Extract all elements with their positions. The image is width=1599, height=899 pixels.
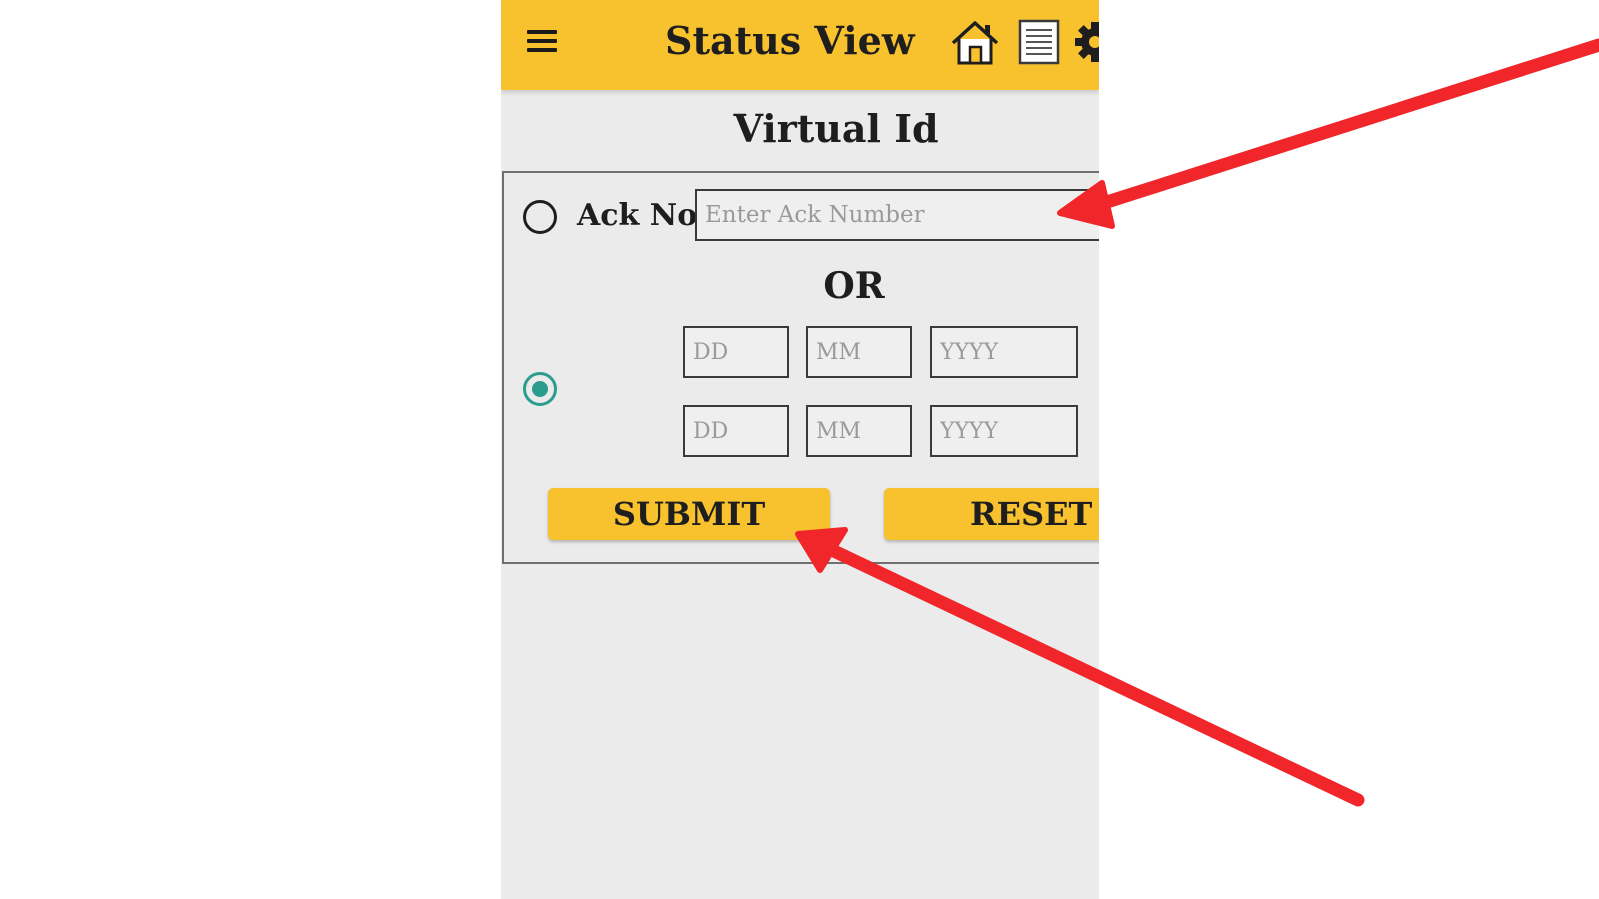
to-year-field[interactable] [930,405,1078,457]
phone-screen: Status View Virtual Id Ack No Enter Ack … [501,0,1099,899]
reset-button[interactable]: RESET [884,488,1099,540]
from-day-field[interactable] [683,326,789,378]
gear-icon[interactable] [1073,18,1099,66]
or-separator: OR [823,265,885,307]
to-day-field[interactable] [683,405,789,457]
page-title: Status View [665,18,915,63]
submit-button[interactable]: SUBMIT [548,488,830,540]
from-month-field[interactable] [806,326,912,378]
top-app-bar: Status View [501,0,1099,90]
menu-icon[interactable] [527,28,557,54]
ack-no-label: Ack No [577,198,698,233]
to-month-field[interactable] [806,405,912,457]
document-icon[interactable] [1017,18,1061,66]
ack-number-input[interactable] [695,189,1099,241]
date-range-radio[interactable] [523,372,557,406]
status-form: Ack No OR SUBMIT RESET [502,171,1099,564]
annotation-arrow-to-ack-input [1057,38,1599,229]
from-year-field[interactable] [930,326,1078,378]
ack-no-radio[interactable] [523,200,557,234]
home-icon[interactable] [949,18,1001,66]
section-title: Virtual Id [733,106,939,151]
